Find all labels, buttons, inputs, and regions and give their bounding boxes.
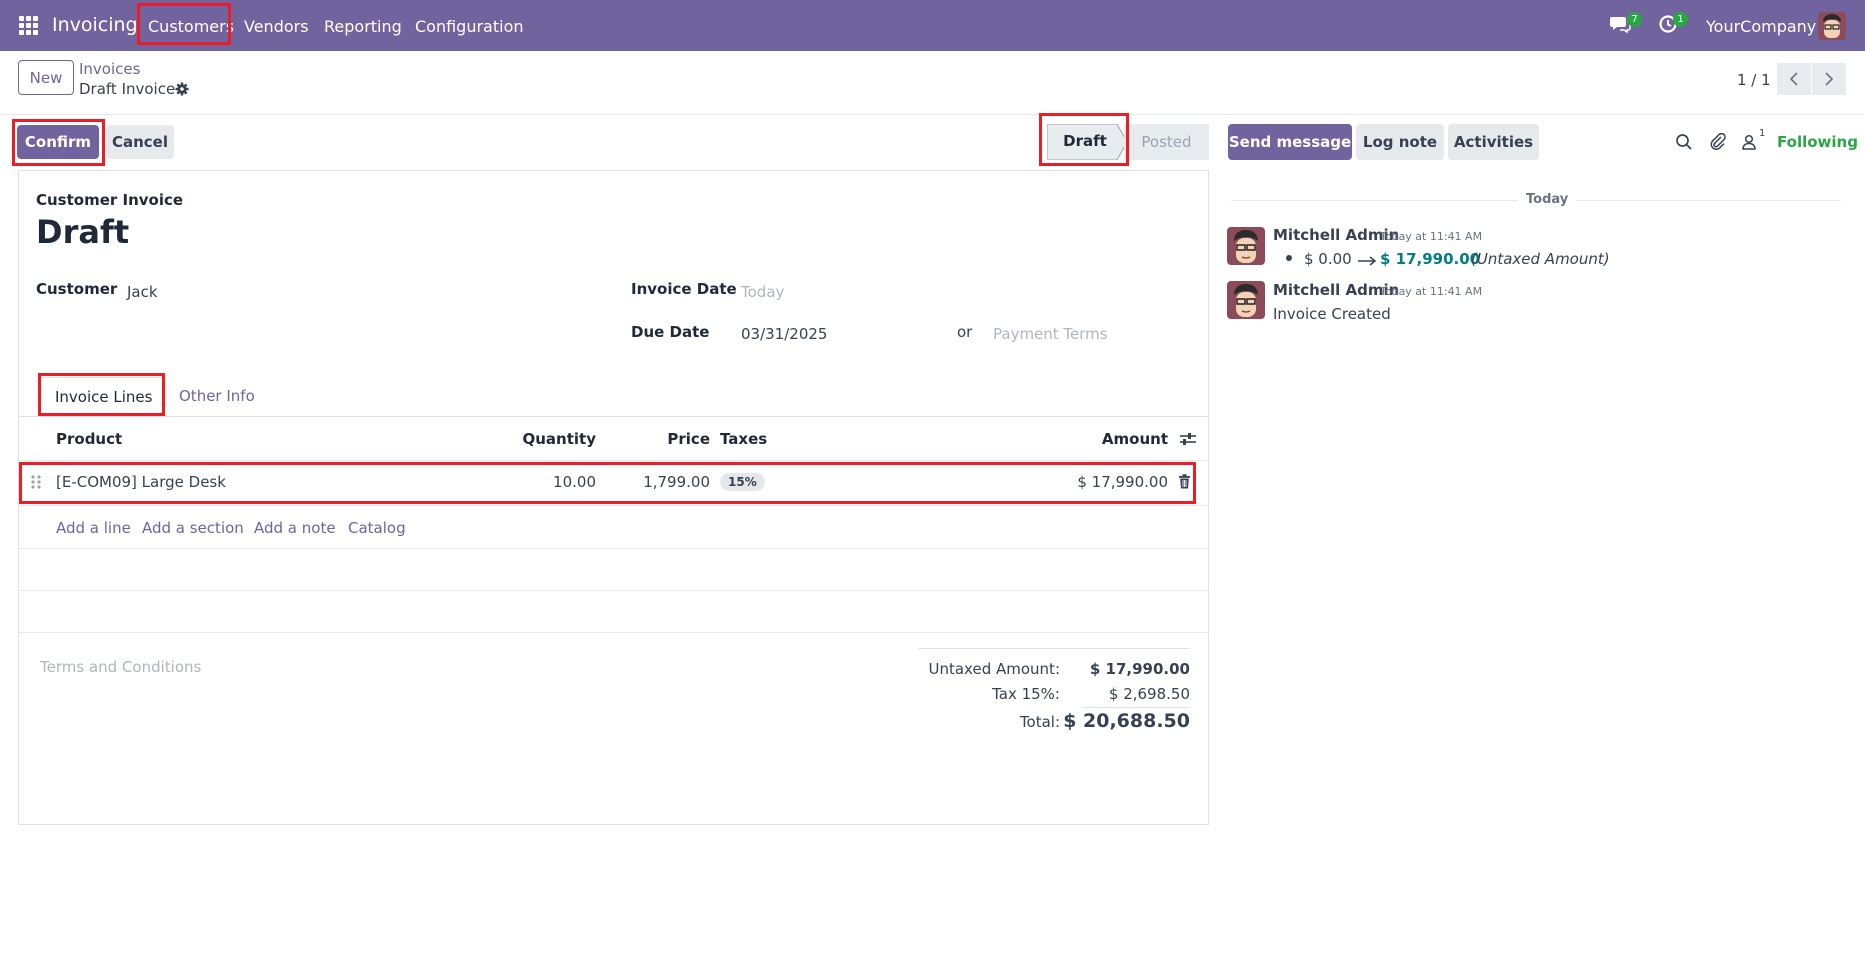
drag-handle-icon[interactable]: [30, 474, 42, 490]
customer-field[interactable]: Jack: [127, 283, 587, 301]
line-amount: $ 17,990.00: [1077, 473, 1168, 491]
pager-value[interactable]: 1 / 1: [1737, 71, 1771, 89]
log-note-button[interactable]: Log note: [1356, 124, 1444, 160]
column-price[interactable]: Price: [630, 430, 710, 448]
tab-other-info[interactable]: Other Info: [179, 387, 255, 405]
followers-icon[interactable]: [1740, 133, 1760, 153]
send-message-button[interactable]: Send message: [1228, 124, 1352, 160]
line-quantity[interactable]: 10.00: [496, 473, 596, 491]
tax-label: Tax 15%:: [992, 685, 1060, 703]
catalog-link[interactable]: Catalog: [348, 519, 406, 537]
line-tax-tag[interactable]: 15%: [720, 473, 765, 491]
tracking-new-value: $ 17,990.00: [1380, 250, 1481, 268]
tracking-bullet: [1286, 255, 1292, 261]
totals-top-border: [918, 648, 1190, 649]
control-panel-divider: [0, 114, 1865, 115]
arrow-right-icon: [1357, 252, 1377, 266]
chevron-right-icon: [1825, 72, 1834, 86]
followers-count: 1: [1759, 128, 1766, 139]
invoice-date-label: Invoice Date: [631, 280, 737, 298]
message-avatar[interactable]: [1227, 227, 1265, 265]
gear-icon[interactable]: [175, 81, 189, 96]
message-time: Today at 11:41 AM: [1380, 285, 1483, 298]
due-date-field[interactable]: 03/31/2025: [741, 325, 941, 343]
tabs-baseline: [18, 416, 1209, 417]
header-divider: [18, 460, 1209, 461]
line-price[interactable]: 1,799.00: [610, 473, 710, 491]
pager-next-button[interactable]: [1812, 63, 1846, 95]
menu-configuration[interactable]: Configuration: [415, 17, 524, 36]
confirm-button[interactable]: Confirm: [17, 125, 99, 159]
trash-icon[interactable]: [1178, 474, 1191, 489]
tracking-field-name: (Untaxed Amount): [1471, 250, 1610, 268]
top-navbar: Invoicing Customers Vendors Reporting Co…: [0, 0, 1865, 51]
total-value: $ 20,688.50: [1063, 710, 1190, 732]
document-type-label: Customer Invoice: [36, 191, 184, 209]
menu-vendors[interactable]: Vendors: [244, 17, 309, 36]
untaxed-amount-value: $ 17,990.00: [1089, 660, 1190, 678]
add-links-divider: [18, 548, 1209, 549]
status-posted[interactable]: Posted: [1124, 124, 1209, 160]
untaxed-amount-label: Untaxed Amount:: [928, 660, 1061, 678]
paperclip-icon[interactable]: [1709, 132, 1729, 153]
customer-label: Customer: [36, 280, 118, 298]
status-draft[interactable]: Draft: [1047, 124, 1127, 160]
new-button[interactable]: New: [18, 60, 74, 95]
user-avatar[interactable]: [1818, 12, 1846, 40]
menu-customers[interactable]: Customers: [148, 17, 234, 36]
message-body: Invoice Created: [1273, 305, 1391, 323]
breadcrumb-invoices[interactable]: Invoices: [79, 60, 140, 78]
tab-invoice-lines-label: Invoice Lines: [55, 388, 153, 406]
terms-conditions-field[interactable]: Terms and Conditions: [40, 658, 540, 676]
add-line-link[interactable]: Add a line: [56, 519, 131, 537]
invoice-name: Draft: [36, 213, 130, 251]
invoice-date-field[interactable]: Today: [741, 283, 1181, 301]
due-date-label: Due Date: [631, 323, 710, 341]
following-button[interactable]: Following: [1777, 133, 1858, 151]
message-time: Today at 11:41 AM: [1380, 230, 1483, 243]
or-label: or: [957, 323, 973, 341]
company-switcher[interactable]: YourCompany: [1706, 17, 1816, 36]
message-avatar[interactable]: [1227, 281, 1265, 319]
column-taxes[interactable]: Taxes: [720, 430, 767, 448]
column-amount[interactable]: Amount: [1068, 430, 1168, 448]
column-quantity[interactable]: Quantity: [496, 430, 597, 448]
status-draft-label: Draft: [1063, 132, 1107, 150]
activities-button[interactable]: Activities: [1448, 124, 1539, 160]
pager-previous-button[interactable]: [1777, 63, 1811, 95]
line-divider: [18, 505, 1209, 506]
breadcrumb-current: Draft Invoice: [79, 80, 176, 98]
total-label: Total:: [1019, 713, 1060, 731]
tracking-old-value: $ 0.00: [1304, 250, 1352, 268]
chevron-left-icon: [1789, 72, 1798, 86]
column-product[interactable]: Product: [56, 430, 122, 448]
messages-badge: 7: [1627, 12, 1642, 27]
total-divider: [1082, 707, 1190, 708]
line-product[interactable]: [E-COM09] Large Desk: [56, 473, 226, 491]
app-name[interactable]: Invoicing: [52, 14, 138, 36]
apps-menu-icon[interactable]: [19, 16, 38, 35]
empty-row-divider-2: [18, 632, 1209, 633]
date-separator-label: Today: [1518, 192, 1577, 207]
optional-columns-toggle-icon[interactable]: [1179, 431, 1197, 447]
empty-row-divider-1: [18, 590, 1209, 591]
tax-value: $ 2,698.50: [1108, 685, 1190, 703]
payment-terms-field[interactable]: Payment Terms: [993, 325, 1193, 343]
add-note-link[interactable]: Add a note: [254, 519, 336, 537]
tab-invoice-lines[interactable]: Invoice Lines: [40, 377, 163, 416]
cancel-button[interactable]: Cancel: [106, 125, 174, 159]
add-section-link[interactable]: Add a section: [142, 519, 244, 537]
search-icon[interactable]: [1675, 133, 1695, 153]
activities-badge: 1: [1673, 12, 1688, 27]
menu-reporting[interactable]: Reporting: [324, 17, 402, 36]
